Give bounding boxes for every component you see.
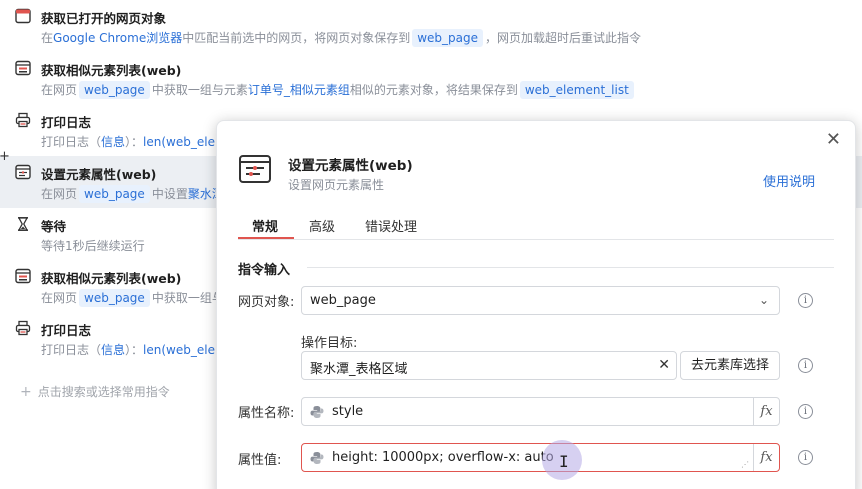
hourglass-icon	[17, 217, 29, 231]
command-title: 获取已打开的网页对象	[41, 11, 167, 26]
add-command-prompt[interactable]: + 点击搜索或选择常用指令	[20, 383, 170, 400]
page-object-value: web_page	[310, 293, 376, 308]
desc-text: 中获取一组与元素	[151, 83, 248, 97]
desc-text: 打印日志（	[41, 135, 102, 149]
printer-icon	[15, 320, 31, 336]
element-list-icon	[15, 268, 31, 284]
set-element-attribute-dialog: ✕ 设置元素属性(web) 设置网页元素属性 使用说明 常规 高级 错误处理 指…	[216, 120, 856, 489]
desc-text: 中设置	[151, 187, 188, 201]
page-object-select[interactable]: web_page ⌄	[301, 286, 780, 315]
attribute-name-input[interactable]: style fx	[301, 397, 780, 426]
attribute-value-text: height: 10000px; overflow-x: auto	[332, 450, 554, 465]
command-row[interactable]: 获取已打开的网页对象 在Google Chrome浏览器中匹配当前选中的网页，将网…	[0, 0, 862, 52]
desc-link[interactable]: Google Chrome浏览器	[53, 31, 182, 45]
active-tab-indicator	[238, 237, 294, 239]
attribute-name-label: 属性名称:	[238, 406, 295, 421]
page-object-label: 网页对象:	[238, 295, 295, 310]
command-description: 打印日志（信息）：len(web_ele	[41, 133, 215, 150]
desc-text: ，网页加载超时后重试此指令	[485, 31, 642, 45]
command-description: 打印日志（信息）：len(web_ele	[41, 341, 215, 358]
variable-chip[interactable]: web_element_list	[519, 81, 634, 99]
command-description: 在网页 web_page 中获取一组与元素订单号_相似元素组相似的元素对象，将结果保…	[41, 81, 636, 99]
desc-link[interactable]: 信息	[101, 135, 125, 149]
tab-general[interactable]: 常规	[252, 216, 278, 235]
variable-chip[interactable]: web_page	[79, 81, 150, 99]
target-value: 聚水潭_表格区域	[310, 362, 408, 377]
close-icon[interactable]: ✕	[826, 129, 841, 150]
tab-error-handling[interactable]: 错误处理	[365, 216, 417, 235]
desc-link[interactable]: len(web_ele	[143, 135, 215, 149]
plus-icon: +	[20, 384, 32, 400]
chevron-down-icon: ⌄	[758, 293, 769, 307]
attribute-value-input[interactable]: height: 10000px; overflow-x: auto ⋰ fx	[301, 443, 780, 472]
command-title: 设置元素属性(web)	[41, 167, 157, 182]
clear-icon[interactable]: ✕	[658, 357, 670, 373]
desc-text: 打印日志（	[41, 343, 102, 357]
command-description: 在网页 web_page 中设置聚水潭	[41, 185, 224, 203]
desc-text: 中获取一组与	[151, 291, 224, 305]
section-divider	[307, 267, 834, 268]
desc-text: 在网页	[41, 291, 78, 305]
desc-link[interactable]: len(web_ele	[143, 343, 215, 357]
desc-link[interactable]: 信息	[101, 343, 125, 357]
command-description: 在网页 web_page 中获取一组与	[41, 289, 224, 307]
desc-link[interactable]: 订单号_相似元素组	[248, 83, 350, 97]
element-list-icon	[15, 60, 31, 76]
section-title: 指令输入	[238, 263, 291, 278]
browser-window-icon	[15, 8, 31, 24]
info-icon[interactable]: i	[798, 358, 813, 373]
python-icon	[310, 452, 324, 464]
attribute-value-label: 属性值:	[238, 453, 282, 468]
variable-chip[interactable]: web_page	[79, 185, 150, 203]
insert-plus-icon[interactable]: +	[0, 149, 10, 164]
text-cursor-icon: I	[559, 452, 569, 471]
dialog-subtitle: 设置网页元素属性	[288, 178, 385, 192]
desc-text: 在	[41, 31, 54, 45]
target-input[interactable]: 聚水潭_表格区域 ✕	[301, 351, 677, 380]
help-link[interactable]: 使用说明	[763, 171, 815, 190]
command-title: 打印日志	[41, 323, 92, 338]
desc-text: 相似的元素对象，将结果保存到	[349, 83, 518, 97]
command-row[interactable]: 获取相似元素列表(web) 在网页 web_page 中获取一组与元素订单号_相似元素…	[0, 52, 862, 104]
variable-chip[interactable]: web_page	[79, 289, 150, 307]
dialog-tabs: 常规 高级 错误处理	[238, 214, 834, 240]
set-attribute-icon	[239, 155, 271, 183]
printer-icon	[15, 112, 31, 128]
desc-text: 在网页	[41, 83, 78, 97]
formula-fx-button[interactable]: fx	[753, 444, 779, 471]
variable-chip[interactable]: web_page	[412, 29, 484, 47]
info-icon[interactable]: i	[798, 450, 813, 465]
command-title: 获取相似元素列表(web)	[41, 63, 182, 78]
target-label: 操作目标:	[301, 336, 358, 351]
desc-text: 等待1秒后继续运行	[41, 239, 145, 253]
desc-text: ）：	[125, 343, 144, 357]
desc-text: 在网页	[41, 187, 78, 201]
desc-text: 中匹配当前选中的网页，将网页对象保存到	[182, 31, 411, 45]
command-title: 打印日志	[41, 115, 92, 130]
attribute-name-value: style	[332, 404, 364, 419]
command-description: 在Google Chrome浏览器中匹配当前选中的网页，将网页对象保存到 web_…	[41, 29, 641, 47]
command-description: 等待1秒后继续运行	[41, 237, 145, 254]
formula-fx-button[interactable]: fx	[753, 398, 779, 425]
command-title: 等待	[41, 219, 67, 234]
info-icon[interactable]: i	[798, 404, 813, 419]
desc-text: ）：	[125, 135, 144, 149]
resize-grip-icon[interactable]: ⋰	[741, 460, 749, 469]
python-icon	[310, 406, 324, 418]
choose-from-element-library-button[interactable]: 去元素库选择	[680, 351, 780, 380]
command-title: 获取相似元素列表(web)	[41, 271, 182, 286]
tab-advanced[interactable]: 高级	[309, 216, 335, 235]
dialog-title: 设置元素属性(web)	[288, 158, 413, 174]
info-icon[interactable]: i	[798, 293, 813, 308]
set-attribute-icon	[15, 164, 31, 180]
